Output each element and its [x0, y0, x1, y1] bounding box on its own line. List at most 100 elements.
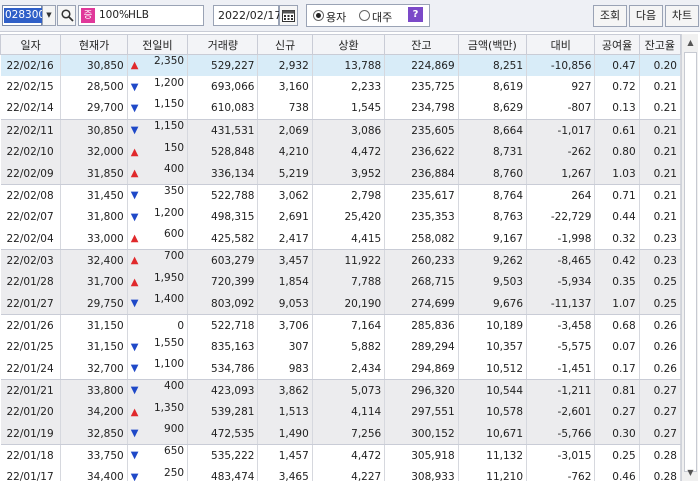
cell-change: ▼ 650	[127, 444, 189, 467]
date-input[interactable]: 2022/02/17	[213, 5, 281, 26]
cell-new: 2,932	[257, 54, 313, 77]
scroll-down-icon[interactable]: ▼	[684, 466, 697, 479]
cell-diff: -1,451	[526, 358, 596, 381]
col-date-header[interactable]: 일자	[0, 34, 62, 55]
vertical-scrollbar[interactable]: ▲ ▼	[681, 34, 698, 481]
table-row[interactable]: 22/02/04 33,000 ▲ 600 425,582 2,417 4,415 258,0…	[0, 228, 682, 251]
cell-amount-value: 8,619	[492, 81, 524, 94]
cell-credit-ratio: 0.61	[594, 119, 640, 142]
cell-repay: 4,114	[312, 401, 386, 424]
cell-balance: 268,715	[384, 271, 459, 294]
table-row[interactable]: 22/01/18 33,750 ▼ 650 535,222 1,457 4,472 305,9…	[0, 444, 682, 467]
cell-balance-ratio-value: 0.27	[653, 384, 677, 397]
cell-change-value: 650	[164, 445, 185, 458]
cell-date-value: 22/01/18	[6, 449, 54, 462]
table-row[interactable]: 22/01/17 34,400 ▼ 250 483,474 3,465 4,227 308,9…	[0, 466, 682, 481]
cell-date-value: 22/02/10	[6, 146, 54, 159]
cell-credit-ratio: 0.80	[594, 141, 640, 163]
table-row[interactable]: 22/02/14 29,700 ▼ 1,150 610,083 738 1,545 234,7…	[0, 97, 682, 121]
table-row[interactable]: 22/01/21 33,800 ▼ 400 423,093 3,862 5,073 296,3…	[0, 379, 682, 402]
table-row[interactable]: 22/01/19 32,850 ▼ 900 472,535 1,490 7,256 300,1…	[0, 423, 682, 446]
cell-change-value: 400	[164, 380, 185, 393]
cell-volume-value: 522,718	[211, 319, 255, 332]
cell-price-value: 34,200	[86, 406, 124, 419]
col-volume-header[interactable]: 거래량	[187, 34, 259, 55]
table-row[interactable]: 22/01/27 29,750 ▼ 1,400 803,092 9,053 20,190 27…	[0, 293, 682, 316]
cell-amount: 8,629	[458, 97, 528, 121]
cell-balance-value: 268,715	[411, 276, 455, 289]
col-new-header[interactable]: 신규	[257, 34, 313, 55]
cell-volume: 603,279	[187, 249, 259, 272]
cell-repay-value: 7,788	[351, 276, 382, 289]
cell-balance: 294,869	[384, 358, 459, 381]
cell-balance-value: 305,918	[411, 449, 455, 462]
col-repay-header[interactable]: 상환	[311, 34, 386, 55]
col-amount-header[interactable]: 금액(백만)	[457, 34, 528, 55]
search-button[interactable]	[57, 5, 76, 26]
cell-date-value: 22/01/19	[6, 427, 54, 440]
help-icon[interactable]: ?	[408, 7, 423, 22]
cell-volume-value: 483,474	[211, 471, 255, 481]
cell-credit-ratio: 0.25	[594, 444, 640, 467]
scroll-up-icon[interactable]: ▲	[684, 36, 697, 49]
table-row[interactable]: 22/02/15 28,500 ▼ 1,200 693,066 3,160 2,233 235…	[0, 76, 682, 98]
cell-credit-ratio: 0.44	[594, 206, 640, 228]
table-row[interactable]: 22/02/16 30,850 ▲ 2,350 529,227 2,932 13,788 22…	[0, 54, 682, 77]
search-icon	[61, 9, 74, 22]
stock-code-input[interactable]: 028300	[2, 5, 47, 26]
cell-date: 22/01/18	[0, 444, 62, 467]
chart-button[interactable]: 차트	[665, 5, 699, 27]
cell-repay-value: 5,882	[351, 341, 382, 354]
cell-repay: 3,086	[312, 119, 386, 142]
col-change-header[interactable]: 전일비	[126, 34, 189, 55]
next-button[interactable]: 다음	[629, 5, 663, 27]
table-row[interactable]: 22/01/24 32,700 ▼ 1,100 534,786 983 2,434 294,8…	[0, 358, 682, 381]
cell-price-value: 31,850	[86, 167, 124, 180]
col-balance-header[interactable]: 잔고	[384, 34, 459, 55]
table-row[interactable]: 22/02/10 32,000 ▲ 150 528,848 4,210 4,472 236,6…	[0, 141, 682, 163]
chevron-down-icon[interactable]: ▼	[42, 5, 56, 26]
cell-new: 2,417	[257, 228, 313, 251]
table-row[interactable]: 22/01/26 31,150 0 522,718 3,706 7,164 285,836 1…	[0, 314, 682, 337]
table-row[interactable]: 22/01/25 31,150 ▼ 1,550 835,163 307 5,882 289,2…	[0, 336, 682, 359]
cell-diff: -3,015	[526, 444, 596, 467]
cell-change-value: 900	[164, 423, 185, 436]
cell-amount-value: 8,763	[492, 211, 524, 224]
cell-date: 22/01/24	[0, 358, 62, 381]
cell-amount-value: 8,664	[492, 124, 524, 137]
radio-lending[interactable]	[359, 10, 370, 21]
cell-change: ▲ 700	[127, 249, 189, 272]
cell-repay-value: 7,256	[351, 427, 382, 440]
table-row[interactable]: 22/02/07 31,800 ▼ 1,200 498,315 2,691 25,420 23…	[0, 206, 682, 228]
col-price-header[interactable]: 현재가	[60, 34, 128, 55]
cell-balance: 235,725	[384, 76, 459, 98]
query-button[interactable]: 조회	[593, 5, 627, 27]
col-credit-ratio-header[interactable]: 공여율	[594, 34, 640, 55]
cell-credit-ratio: 1.03	[594, 162, 640, 186]
table-row[interactable]: 22/02/09 31,850 ▲ 400 336,134 5,219 3,952 236,8…	[0, 162, 682, 186]
cell-volume: 720,399	[187, 271, 259, 294]
radio-shares[interactable]	[313, 10, 324, 21]
cell-balance-ratio: 0.26	[639, 336, 682, 359]
table-row[interactable]: 22/02/11 30,850 ▼ 1,150 431,531 2,069 3,086 235…	[0, 119, 682, 142]
col-balance-ratio-header[interactable]: 잔고율	[638, 34, 682, 55]
calendar-button[interactable]	[279, 5, 298, 26]
cell-price: 32,400	[60, 249, 128, 272]
cell-balance-ratio: 0.21	[639, 162, 682, 186]
cell-diff: 927	[526, 76, 596, 98]
cell-volume-value: 498,315	[211, 211, 255, 224]
cell-volume: 535,222	[187, 444, 259, 467]
cell-diff-value: 1,267	[561, 167, 592, 180]
scrollbar-thumb[interactable]	[684, 52, 697, 472]
table-row[interactable]: 22/02/08 31,450 ▼ 350 522,788 3,062 2,798 235,6…	[0, 184, 682, 207]
cell-repay-value: 2,798	[351, 189, 382, 202]
col-diff-header[interactable]: 대비	[526, 34, 596, 55]
cell-balance: 236,622	[384, 141, 459, 163]
cell-balance-ratio: 0.20	[639, 54, 682, 77]
table-row[interactable]: 22/01/20 34,200 ▲ 1,350 539,281 1,513 4,114 297…	[0, 401, 682, 424]
table-row[interactable]: 22/02/03 32,400 ▲ 700 603,279 3,457 11,922 260,…	[0, 249, 682, 272]
table-row[interactable]: 22/01/28 31,700 ▲ 1,950 720,399 1,854 7,788 268…	[0, 271, 682, 294]
cell-balance-value: 235,617	[411, 189, 455, 202]
cell-change: ▼ 1,200	[127, 76, 189, 98]
radio-shares-label: 용자	[326, 11, 347, 24]
